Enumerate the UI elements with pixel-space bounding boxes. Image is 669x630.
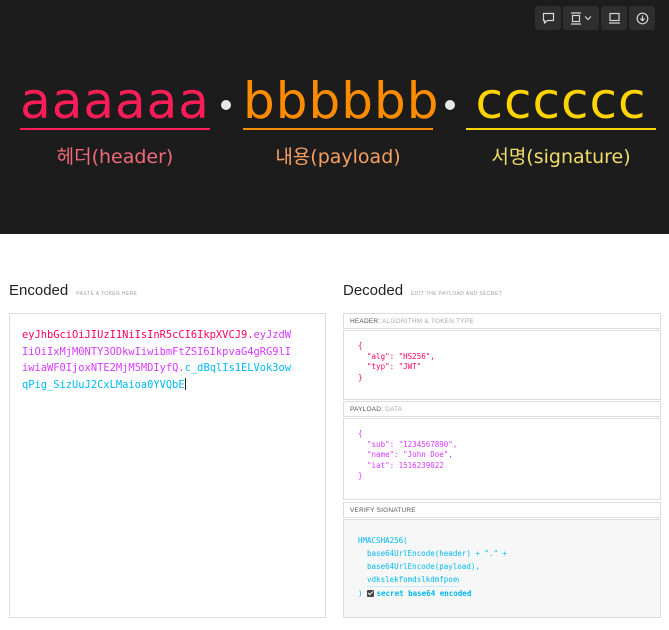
json-close-brace: }	[358, 471, 363, 480]
payload-json-editor[interactable]: { "sub": "1234567890", "name": "John Doe…	[343, 418, 661, 500]
present-button[interactable]	[601, 6, 627, 30]
frame-menu-button[interactable]	[563, 6, 599, 30]
signature-segment-caption: 서명(signature)	[491, 146, 631, 168]
separator-dot	[445, 100, 455, 110]
download-icon	[636, 12, 648, 24]
hmac-function: HMACSHA256(	[358, 536, 408, 545]
secret-base64-label: secret base64 encoded	[376, 589, 472, 598]
decoded-heading: Decoded	[343, 282, 404, 299]
header-section-label: HEADER: ALGORITHM & TOKEN TYPE	[343, 313, 661, 329]
decoded-title: Decoded EDIT THE PAYLOAD AND SECRET	[343, 282, 502, 299]
jwt-structure-banner: aaaaaa 헤더(header) bbbbbb 내용(payload) ccc…	[0, 0, 669, 234]
header-json-editor[interactable]: { "alg": "HS256", "typ": "JWT" }	[343, 330, 661, 400]
encoded-title: Encoded PASTE A TOKEN HERE	[9, 282, 137, 299]
json-sub-line: "sub": "1234567890",	[367, 439, 458, 449]
decoded-hint: EDIT THE PAYLOAD AND SECRET	[411, 291, 503, 297]
comment-button[interactable]	[535, 6, 561, 30]
header-segment-text: aaaaaa	[20, 72, 210, 130]
text-cursor	[184, 377, 186, 390]
signature-header-expr: base64UrlEncode(header) + "." +	[367, 549, 508, 558]
separator-dot	[221, 100, 231, 110]
payload-section-label: PAYLOAD: DATA	[343, 401, 661, 417]
encoded-token[interactable]: eyJhbGciOiJIUzI1NiIsInR5cCI6IkpXVCJ9.eyJ…	[22, 327, 294, 393]
json-iat-line: "iat": 1516239022	[367, 460, 444, 470]
header-label: HEADER:	[350, 318, 381, 325]
payload-segment-caption: 내용(payload)	[275, 146, 401, 168]
signature-segment-text: cccccc	[475, 72, 647, 130]
json-typ-line: "typ": "JWT"	[367, 362, 422, 371]
json-close-brace: }	[358, 372, 363, 382]
payload-segment: bbbbbb 내용(payload)	[243, 72, 440, 169]
comment-icon	[542, 12, 554, 24]
header-label-sub: ALGORITHM & TOKEN TYPE	[381, 318, 474, 325]
payload-label: PAYLOAD:	[350, 406, 384, 413]
secret-input[interactable]: vdkslekfomdslkdmfpoew	[367, 573, 460, 587]
hmac-close-paren: )	[358, 589, 363, 598]
signature-payload-expr: base64UrlEncode(payload),	[367, 562, 480, 571]
encoded-heading: Encoded	[9, 282, 69, 299]
json-alg-line: "alg": "HS256",	[367, 351, 435, 361]
json-name-line: "name": "John Doe",	[367, 450, 453, 459]
json-open-brace: {	[358, 341, 363, 350]
present-icon	[608, 12, 620, 24]
signature-editor: HMACSHA256( base64UrlEncode(header) + ".…	[343, 519, 661, 618]
encoded-hint: PASTE A TOKEN HERE	[76, 291, 138, 297]
download-button[interactable]	[629, 6, 655, 30]
verify-signature-label: VERIFY SIGNATURE	[350, 507, 416, 514]
header-segment: aaaaaa 헤더(header)	[20, 74, 210, 169]
image-toolbar	[535, 6, 655, 30]
token-header-part: eyJhbGciOiJIUzI1NiIsInR5cCI6IkpXVCJ9	[22, 329, 248, 341]
frame-icon	[571, 11, 581, 25]
signature-segment: cccccc 서명(signature)	[466, 74, 656, 169]
signature-section-label: VERIFY SIGNATURE	[343, 502, 661, 518]
encoded-token-editor[interactable]: eyJhbGciOiJIUzI1NiIsInR5cCI6IkpXVCJ9.eyJ…	[9, 313, 326, 618]
json-open-brace: {	[358, 429, 363, 438]
secret-base64-checkbox[interactable]	[366, 590, 374, 597]
chevron-down-icon	[584, 16, 592, 21]
payload-label-sub: DATA	[385, 406, 403, 413]
header-segment-caption: 헤더(header)	[56, 146, 174, 168]
payload-segment-text: bbbbbb	[243, 72, 440, 130]
